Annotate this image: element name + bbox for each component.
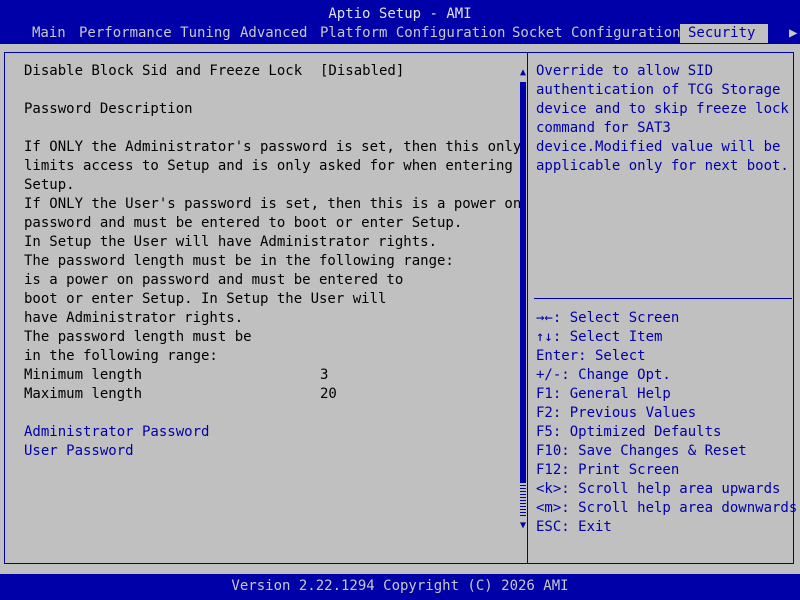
help-text-line: device and to skip freeze lock bbox=[536, 101, 789, 117]
min-length-label: Minimum length bbox=[24, 367, 143, 383]
description-line: is a power on password and must be enter… bbox=[24, 272, 404, 288]
key-hint-select-screen: →←: Select Screen bbox=[536, 310, 680, 326]
key-hint-change-opt: +/-: Change Opt. bbox=[536, 367, 671, 383]
key-hint-f2: F2: Previous Values bbox=[536, 405, 697, 421]
tab-socket-configuration[interactable]: Socket Configuration bbox=[504, 24, 689, 43]
key-hint-f12: F12: Print Screen bbox=[536, 462, 680, 478]
tab-security[interactable]: Security bbox=[680, 24, 768, 43]
description-line: password and must be entered to boot or … bbox=[24, 215, 463, 231]
key-hint-f10: F10: Save Changes & Reset bbox=[536, 443, 747, 459]
help-text-line: applicable only for next boot. bbox=[536, 158, 789, 174]
disable-block-sid-value[interactable]: [Disabled] bbox=[320, 62, 404, 81]
scrollbar-thumb[interactable] bbox=[520, 82, 526, 482]
key-hint-f1: F1: General Help bbox=[536, 386, 671, 402]
scrollbar-track[interactable] bbox=[520, 482, 526, 518]
help-text-line: Override to allow SID bbox=[536, 63, 714, 79]
tab-platform-configuration[interactable]: Platform Configuration bbox=[312, 24, 513, 43]
key-hint-enter: Enter: Select bbox=[536, 348, 646, 364]
footer-bar: Version 2.22.1294 Copyright (C) 2026 AMI bbox=[0, 574, 800, 600]
tab-performance-tuning[interactable]: Performance Tuning bbox=[71, 24, 239, 43]
description-line: If ONLY the User's password is set, then… bbox=[24, 196, 522, 212]
user-password-item[interactable]: User Password bbox=[24, 442, 134, 461]
more-tabs-arrow-icon[interactable]: ▶ bbox=[789, 24, 797, 43]
description-line: The password length must be bbox=[24, 329, 252, 345]
title-bar: Aptio Setup - AMI Main Performance Tunin… bbox=[0, 0, 800, 44]
key-hint-esc: ESC: Exit bbox=[536, 519, 612, 535]
min-length-value: 3 bbox=[320, 367, 329, 383]
panel-divider bbox=[527, 52, 528, 564]
max-length-value: 20 bbox=[320, 386, 337, 402]
help-text-line: authentication of TCG Storage bbox=[536, 82, 781, 98]
administrator-password-item[interactable]: Administrator Password bbox=[24, 423, 209, 442]
scroll-down-arrow-icon[interactable]: ▼ bbox=[518, 520, 528, 532]
key-hint-select-item: ↑↓: Select Item bbox=[536, 329, 663, 345]
version-text: Version 2.22.1294 Copyright (C) 2026 AMI bbox=[231, 578, 569, 594]
max-length-label: Maximum length bbox=[24, 386, 143, 402]
disable-block-sid-label[interactable]: Disable Block Sid and Freeze Lock bbox=[24, 62, 302, 81]
description-line: have Administrator rights. bbox=[24, 310, 244, 326]
key-hint-f5: F5: Optimized Defaults bbox=[536, 424, 722, 440]
description-line: boot or enter Setup. In Setup the User w… bbox=[24, 291, 387, 307]
tab-advanced[interactable]: Advanced bbox=[232, 24, 315, 43]
scroll-up-arrow-icon[interactable]: ▲ bbox=[518, 67, 528, 79]
description-line: If ONLY the Administrator's password is … bbox=[24, 139, 522, 155]
description-line: limits access to Setup and is only asked… bbox=[24, 158, 513, 174]
section-title: Password Description bbox=[24, 101, 193, 117]
key-hint-scroll-up: <k>: Scroll help area upwards bbox=[536, 481, 781, 497]
help-text-line: device.Modified value will be bbox=[536, 139, 781, 155]
description-line: The password length must be in the follo… bbox=[24, 253, 454, 269]
description-line: in the following range: bbox=[24, 348, 218, 364]
help-text-line: command for SAT3 bbox=[536, 120, 671, 136]
key-hint-scroll-down: <m>: Scroll help area downwards bbox=[536, 500, 798, 516]
description-line: Setup. bbox=[24, 177, 75, 193]
app-title: Aptio Setup - AMI bbox=[328, 6, 472, 22]
help-separator bbox=[534, 298, 792, 299]
description-line: In Setup the User will have Administrato… bbox=[24, 234, 438, 250]
tab-main[interactable]: Main bbox=[24, 24, 74, 43]
